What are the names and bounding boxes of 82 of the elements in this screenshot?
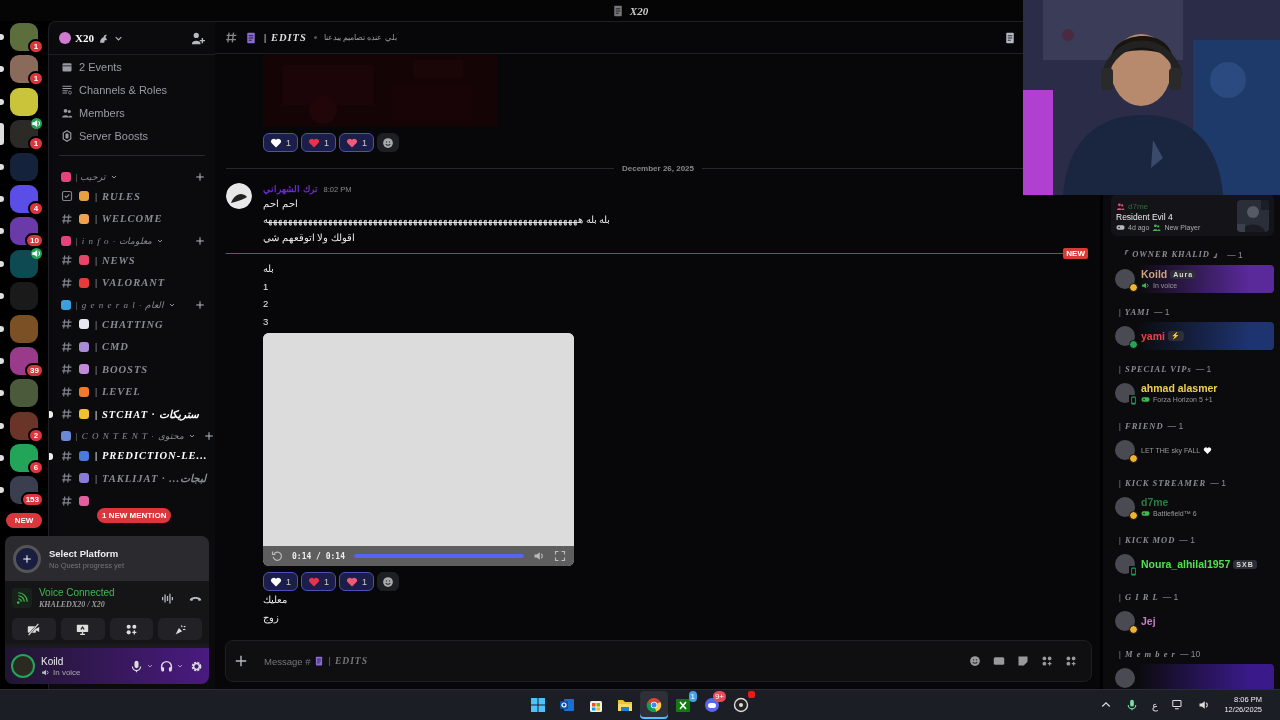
role-heading: | G I R L xyxy=(1119,592,1159,602)
role-heading: | KICK STREAMER xyxy=(1119,478,1207,488)
user-status: In voice xyxy=(53,667,81,677)
notification-badge: 9+ xyxy=(712,691,726,702)
role-heading: | M e m b e r xyxy=(1119,649,1176,659)
channel-name[interactable]: | CHATTING xyxy=(95,318,164,330)
mention-count: 153 xyxy=(20,492,44,508)
channel-name[interactable]: | RULES xyxy=(95,190,141,202)
member-count: — 1 xyxy=(1179,535,1195,545)
channel-name[interactable]: | PREDICTION-LE... xyxy=(95,450,208,462)
channel-name[interactable]: | LEVEL xyxy=(95,386,141,398)
role-heading: | KICK MOD xyxy=(1119,535,1176,545)
member-count: — 1 xyxy=(1210,478,1226,488)
channel-name[interactable]: | NEWS xyxy=(95,254,136,266)
category-name[interactable]: | ترحيب xyxy=(75,171,106,182)
taskbar-app[interactable]: 9+ xyxy=(698,691,726,719)
role-heading: 『 OWNER KHALID 』 xyxy=(1119,249,1224,261)
mention-count: 1 xyxy=(28,136,44,152)
menu-item[interactable]: Channels & Roles xyxy=(49,78,215,101)
member-count: — 10 xyxy=(1179,649,1201,659)
member-name: Koild xyxy=(1141,268,1168,280)
channel-name[interactable]: | BOOSTS xyxy=(95,363,149,375)
member-row[interactable]: Jej xyxy=(1113,607,1274,635)
member-count: — 1 xyxy=(1167,421,1184,431)
message-text: 1 xyxy=(263,279,270,294)
game-title: Resident Evil 4 xyxy=(1116,212,1174,222)
mention-count: 10 xyxy=(25,233,44,249)
window-title: X20 xyxy=(629,4,649,17)
server-name[interactable]: X20 xyxy=(75,32,94,44)
new-badge[interactable]: NEW xyxy=(5,512,43,528)
mention-count: 1 xyxy=(28,39,44,54)
notification-badge: 1 xyxy=(688,691,697,702)
channel-name[interactable]: | STCHAT · ستريكات xyxy=(95,408,200,421)
mention-count: 1 xyxy=(28,71,44,87)
channel-name[interactable]: | CMD xyxy=(95,341,129,353)
message-text: زوج xyxy=(263,610,280,626)
member-count: — 1 xyxy=(1162,592,1179,602)
menu-item[interactable]: 2 Events xyxy=(49,55,215,78)
role-heading: | SPECIAL VIPs xyxy=(1119,364,1192,374)
quest-title[interactable]: Select Platform xyxy=(49,547,125,559)
member-name: Jej xyxy=(1141,615,1156,627)
menu-item[interactable]: Members xyxy=(49,101,215,124)
message-text: بله xyxy=(263,262,275,276)
channel-name[interactable]: | VALORANT xyxy=(95,277,166,289)
member-count: — 1 xyxy=(1153,307,1170,317)
member-name: ahmad alasmer xyxy=(1141,382,1218,394)
mention-count: 6 xyxy=(28,460,44,476)
message-text: اقولك ولا اتوقعهم شي xyxy=(263,230,356,246)
reaction[interactable]: 1 xyxy=(301,572,337,591)
member-count: — 1 xyxy=(1195,364,1212,374)
menu-item[interactable]: Server Boosts xyxy=(49,124,215,147)
message-text: معليك xyxy=(263,593,288,607)
mention-badge[interactable]: 1 NEW MENTION xyxy=(97,508,172,523)
date-divider: December 26, 2025 xyxy=(621,164,695,173)
category-name[interactable]: | g e n e r a l · العام xyxy=(75,299,165,310)
reaction[interactable]: 1 xyxy=(339,572,375,591)
username[interactable]: Koild xyxy=(41,655,81,667)
reaction[interactable]: 1 xyxy=(263,133,298,152)
category-name[interactable]: | C O N T E N T · محتوى xyxy=(75,431,184,441)
member-count: — 1 xyxy=(1227,250,1243,260)
reaction[interactable]: 1 xyxy=(301,133,337,152)
message-text: 3 xyxy=(263,314,270,329)
message-text: بله بله هههههههههههههههههههههههههههههههههههههههههههههههههههههههههههههههه xyxy=(263,213,612,228)
category-name[interactable]: | i n f o · معلومات xyxy=(75,235,153,246)
role-heading: | FRIEND xyxy=(1119,421,1164,431)
member-name: yami xyxy=(1141,330,1165,342)
voice-channel[interactable]: KHALEDX20 / X20 xyxy=(39,600,115,609)
channel-name[interactable]: | WELCOME xyxy=(95,213,163,225)
member-name: d7me xyxy=(1141,496,1169,508)
new-badge: NEW xyxy=(1063,247,1088,259)
message-text: احم احم xyxy=(263,197,299,211)
channel-name: | EDITS xyxy=(264,32,307,43)
language-indicator[interactable]: ع xyxy=(1152,699,1159,711)
role-heading: | YAMI xyxy=(1119,307,1150,317)
channel-name[interactable]: | TAKLIJAT · ...لبجات xyxy=(95,472,207,485)
video-time: 0:14 / 0:14 xyxy=(292,551,345,561)
reaction[interactable]: 1 xyxy=(263,572,298,591)
member-name: Noura_alhilal1957 xyxy=(1141,558,1231,570)
channel-topic: بلي عنده تصاميم يبدعنا xyxy=(323,33,397,42)
voice-status: Voice Connected xyxy=(39,587,115,598)
reaction[interactable]: 1 xyxy=(339,133,375,152)
message-text: 2 xyxy=(263,297,270,311)
